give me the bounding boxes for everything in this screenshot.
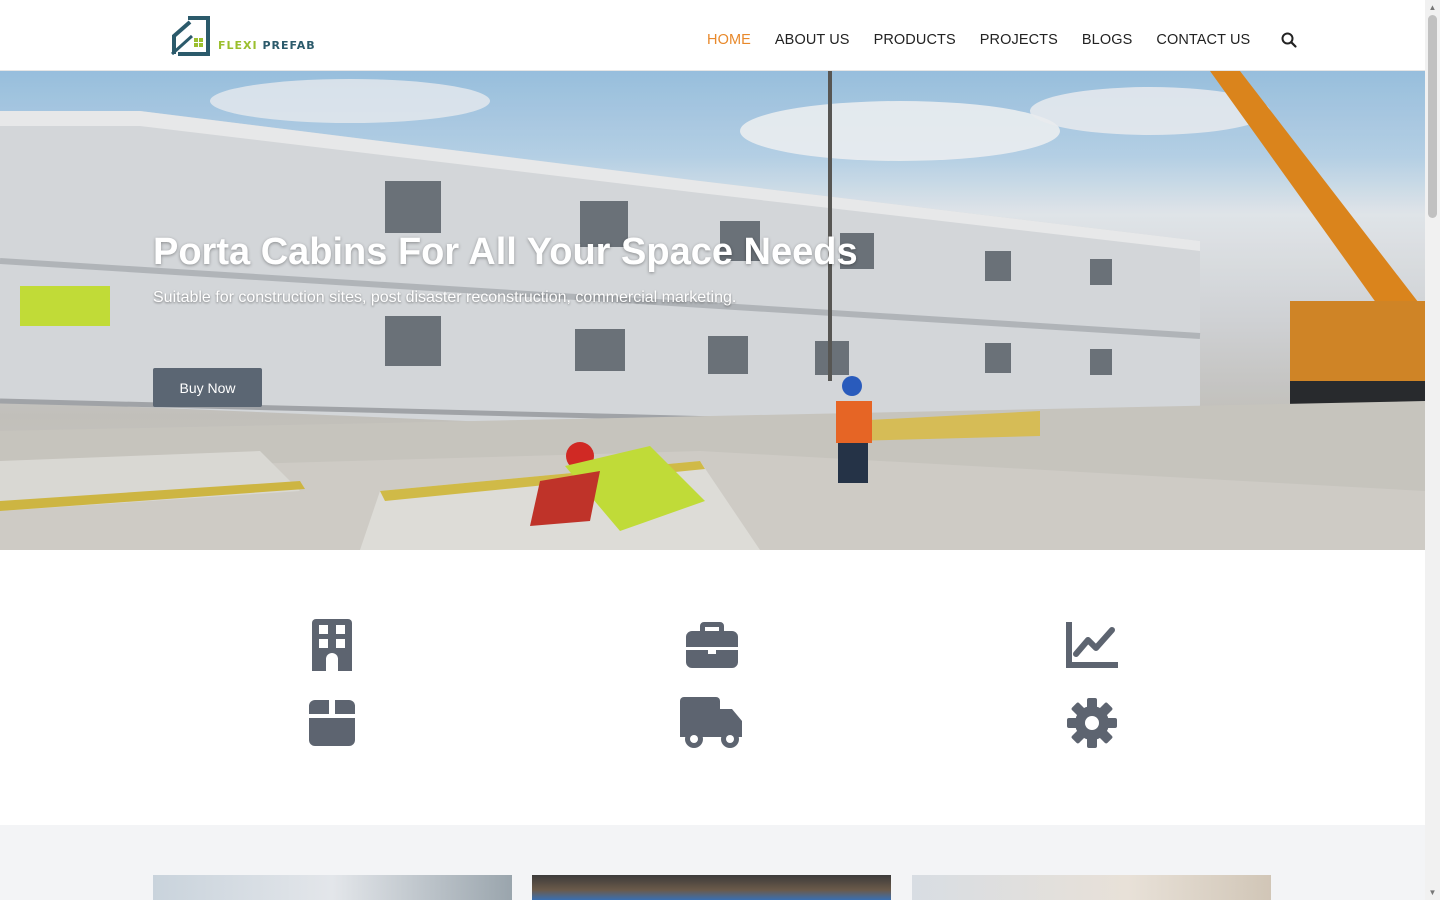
features-section [0,550,1425,825]
nav-contact-us[interactable]: CONTACT US [1156,32,1250,48]
scroll-up-arrow-icon[interactable]: ▲ [1428,3,1437,12]
truck-icon [677,695,747,751]
hero-subtitle: Suitable for construction sites, post di… [153,289,737,306]
logo-text: FLEXI PREFAB [218,39,316,52]
logo-word-2: PREFAB [262,39,316,52]
buy-now-button[interactable]: Buy Now [153,368,262,407]
project-card-image[interactable] [153,875,512,900]
search-icon[interactable] [1280,31,1298,49]
main-nav: HOME ABOUT US PRODUCTS PROJECTS BLOGS CO… [707,31,1298,49]
nav-projects[interactable]: PROJECTS [980,32,1058,48]
scrollbar-thumb[interactable] [1428,15,1437,218]
hero-banner: Porta Cabins For All Your Space Needs Su… [0,71,1425,550]
building-icon [297,617,367,673]
house-logo-icon [170,16,210,56]
nav-about-us[interactable]: ABOUT US [775,32,850,48]
hero-title: Porta Cabins For All Your Space Needs [153,231,858,273]
project-card-image[interactable] [532,875,891,900]
nav-products[interactable]: PRODUCTS [874,32,956,48]
page-scrollbar[interactable]: ▲ ▼ [1425,0,1440,900]
briefcase-icon [677,617,747,673]
scroll-down-arrow-icon[interactable]: ▼ [1428,888,1437,897]
nav-blogs[interactable]: BLOGS [1082,32,1132,48]
site-header: FLEXI PREFAB HOME ABOUT US PRODUCTS PROJ… [0,0,1425,71]
hero-background-image [0,71,1425,550]
box-icon [297,695,367,751]
project-card-image[interactable] [912,875,1271,900]
logo-word-1: FLEXI [218,39,258,52]
nav-home[interactable]: HOME [707,32,751,48]
chart-line-icon [1057,617,1127,673]
gear-icon [1057,695,1127,751]
project-cards-section [0,825,1425,900]
logo[interactable]: FLEXI PREFAB [170,14,316,58]
